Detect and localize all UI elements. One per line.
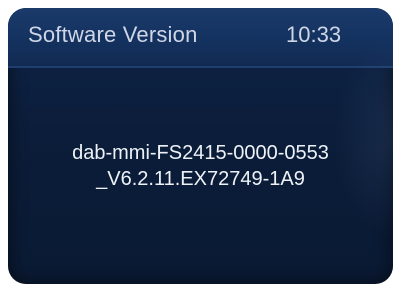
clock-time: 10:33 xyxy=(286,22,342,47)
version-panel: dab-mmi-FS2415-0000-0553 _V6.2.11.EX7274… xyxy=(8,66,393,284)
device-frame: Software Version 10:33 dab-mmi-FS2415-00… xyxy=(0,0,401,289)
page-title: Software Version xyxy=(28,22,198,47)
header-bar: Software Version 10:33 xyxy=(8,8,393,68)
display-screen: Software Version 10:33 dab-mmi-FS2415-00… xyxy=(8,8,393,284)
version-text-line-1: dab-mmi-FS2415-0000-0553 xyxy=(72,142,329,164)
version-text-line-2: _V6.2.11.EX72749-1A9 xyxy=(96,168,305,190)
